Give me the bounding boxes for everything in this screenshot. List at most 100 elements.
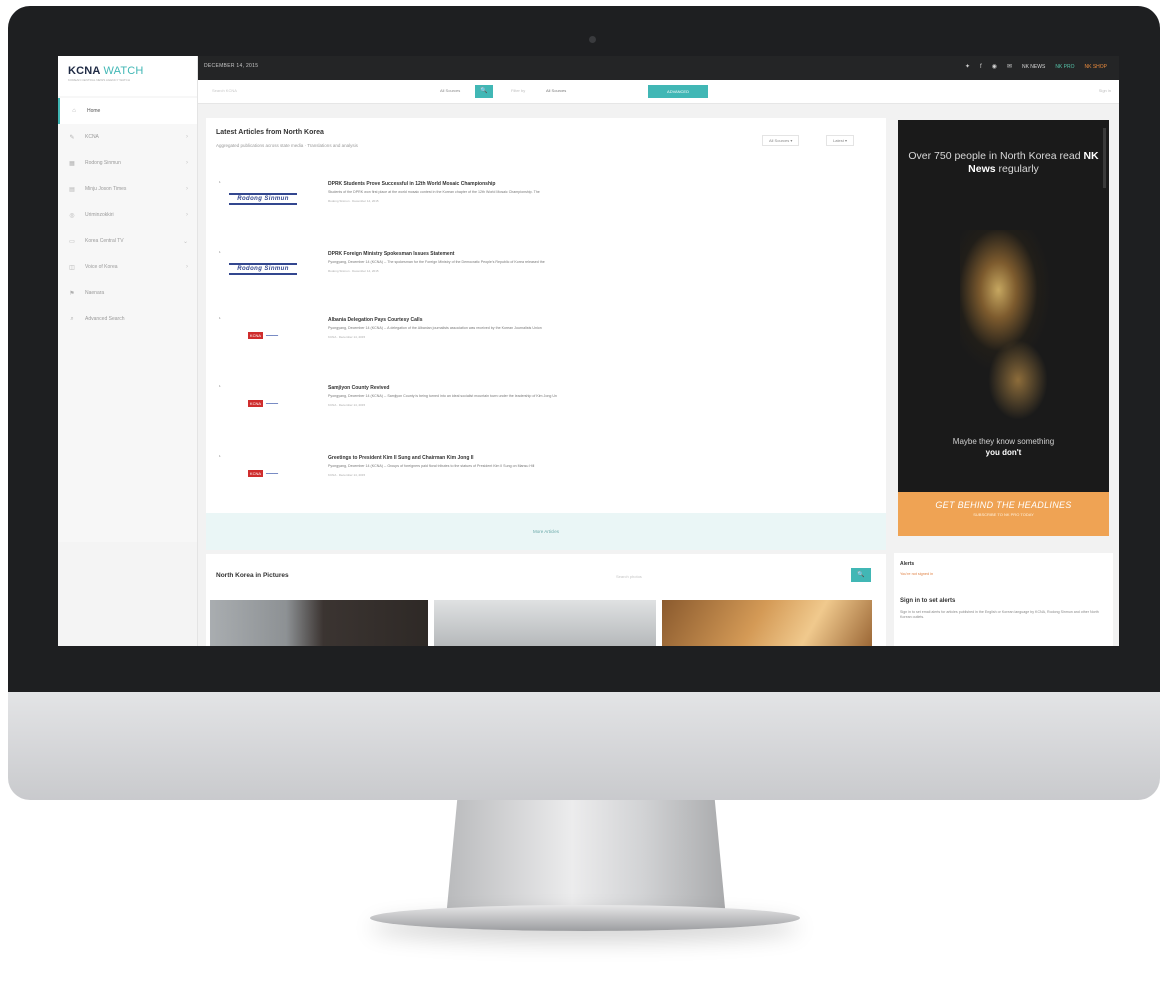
monitor-stand-neck xyxy=(446,800,726,918)
article-row[interactable]: 1 KCNA ━━━━━ Greetings to President Kim I… xyxy=(216,454,876,504)
alerts-panel: Alerts You're not signed in Sign in to s… xyxy=(894,553,1113,646)
article-meta: Rodong Sinmun · December 14, 2015 xyxy=(328,199,379,203)
sign-in-link[interactable]: Sign in xyxy=(1099,88,1111,93)
night-lights-glow xyxy=(988,340,1048,420)
flag-icon: ⚑ xyxy=(69,290,75,297)
chevron-right-icon: › xyxy=(186,134,188,140)
article-row[interactable]: 1 Rodong Sinmun DPRK Students Prove Succ… xyxy=(216,180,876,230)
article-snippet: Pyongyang, December 14 (KCNA) -- A deleg… xyxy=(328,326,542,330)
chevron-right-icon: › xyxy=(186,212,188,218)
product-photo: KCNA WATCH KOREAN CENTRAL NEWS AGENCY WA… xyxy=(0,0,1167,990)
article-snippet: Pyongyang, December 14 (KCNA) -- Groups … xyxy=(328,464,535,468)
article-row[interactable]: 1 KCNA ━━━━━ Samjiyon County Revived Pyon… xyxy=(216,384,876,434)
article-row[interactable]: 1 KCNA ━━━━━ Albania Delegation Pays Cour… xyxy=(216,316,876,366)
chevron-right-icon: › xyxy=(186,186,188,192)
ad-tagline: Maybe they know something you don't xyxy=(898,436,1109,458)
article-headline[interactable]: Samjiyon County Revived xyxy=(328,385,389,391)
pictures-title: North Korea in Pictures xyxy=(216,572,289,579)
sidebar-item-label: KCNA xyxy=(85,134,99,140)
logo-accent: WATCH xyxy=(103,65,144,77)
article-thumbnail: KCNA ━━━━━ xyxy=(216,322,310,348)
photo-thumbnail[interactable] xyxy=(662,600,872,646)
ad-cta-button[interactable]: GET BEHIND THE HEADLINES SUBSCRIBE TO NK… xyxy=(898,492,1109,536)
article-meta: KCNA · December 14, 2015 xyxy=(328,473,366,477)
article-headline[interactable]: DPRK Foreign Ministry Spokesman Issues S… xyxy=(328,251,454,257)
filter-select[interactable]: All Sources xyxy=(546,88,646,93)
sign-in-alerts-description: Sign in to set email alerts for articles… xyxy=(900,610,1099,619)
articles-subtitle: Aggregated publications across state med… xyxy=(216,143,358,148)
sources-filter[interactable]: All Sources ▾ xyxy=(762,135,800,146)
article-snippet: Pyongyang, December 14 (KCNA) -- Samjiyo… xyxy=(328,394,557,398)
search-bar: Search KCNA All Sources 🔍 Filter by All … xyxy=(198,80,1119,104)
site-logo[interactable]: KCNA WATCH KOREAN CENTRAL NEWS AGENCY WA… xyxy=(58,56,197,96)
photo-thumbnail[interactable] xyxy=(434,600,656,646)
ad-tagline-text: Maybe they know something xyxy=(952,437,1055,446)
camera-dot xyxy=(589,36,596,43)
articles-title: Latest Articles from North Korea xyxy=(216,129,324,136)
article-thumbnail: Rodong Sinmun xyxy=(216,256,310,282)
kcna-logo: KCNA ━━━━━ xyxy=(247,469,278,477)
ad-cta-sublabel: SUBSCRIBE TO NK PRO TODAY xyxy=(973,512,1034,517)
article-row[interactable]: 1 Rodong Sinmun DPRK Foreign Ministry Sp… xyxy=(216,250,876,300)
current-date: DECEMBER 14, 2015 xyxy=(204,63,259,69)
sort-filter[interactable]: Latest ▾ xyxy=(826,135,855,146)
article-tag: 1 xyxy=(219,454,221,458)
sidebar-item-minju-joson[interactable]: ▤ Minju Joson Times › xyxy=(58,176,197,202)
search-input[interactable]: Search KCNA xyxy=(212,88,237,93)
alerts-status[interactable]: You're not signed in xyxy=(900,572,933,576)
ad-headline-text: Over 750 people in North Korea read xyxy=(908,150,1081,162)
logo-name: KCNA xyxy=(68,65,101,77)
filter-label: Filter by xyxy=(511,88,526,93)
article-headline[interactable]: Greetings to President Kim Il Sung and C… xyxy=(328,455,474,461)
rodong-logo: Rodong Sinmun xyxy=(229,193,297,205)
kcna-logo: KCNA ━━━━━ xyxy=(247,399,278,407)
sidebar-item-naenara[interactable]: ⚑ Naenara xyxy=(58,280,197,306)
globe-icon: ◎ xyxy=(69,212,75,219)
article-thumbnail: KCNA ━━━━━ xyxy=(216,460,310,486)
logo-wordmark: KCNA WATCH xyxy=(68,65,187,77)
facebook-icon[interactable]: f xyxy=(980,64,982,70)
rss-icon[interactable]: ◉ xyxy=(992,63,997,70)
article-headline[interactable]: Albania Delegation Pays Courtesy Calls xyxy=(328,317,422,323)
latest-articles-panel: Latest Articles from North Korea Aggrega… xyxy=(206,118,886,550)
search-button[interactable]: 🔍 xyxy=(475,85,493,98)
monitor-stand-base xyxy=(370,905,800,931)
sidebar-item-korea-central-tv[interactable]: ▭ Korea Central TV ⌄ xyxy=(58,228,197,254)
sign-in-alerts-title[interactable]: Sign in to set alerts xyxy=(900,598,955,604)
ad-cta-label: GET BEHIND THE HEADLINES xyxy=(935,500,1072,510)
sidebar-item-kcna[interactable]: ✎ KCNA › xyxy=(58,124,197,150)
nk-news-advert[interactable]: Over 750 people in North Korea read NK N… xyxy=(898,120,1109,536)
sidebar-item-uriminzokkiri[interactable]: ◎ Uriminzokkiri › xyxy=(58,202,197,228)
advanced-search-button[interactable]: ADVANCED xyxy=(648,85,708,98)
article-headline[interactable]: DPRK Students Prove Successful in 12th W… xyxy=(328,181,495,187)
sidebar-item-label: Minju Joson Times xyxy=(85,186,127,192)
email-icon[interactable]: ✉ xyxy=(1007,63,1012,70)
sidebar-item-home[interactable]: ⌂ Home xyxy=(58,98,197,124)
article-tag: 1 xyxy=(219,180,221,184)
nk-pro-link[interactable]: NK PRO xyxy=(1055,64,1074,70)
nk-news-link[interactable]: NK NEWS xyxy=(1022,64,1045,70)
kcna-logo-box: KCNA xyxy=(247,399,264,407)
ad-tagline-bold: you don't xyxy=(985,448,1022,457)
top-bar-links: ✦ f ◉ ✉ NK NEWS NK PRO NK SHOP xyxy=(965,63,1107,71)
tv-icon: ▭ xyxy=(69,238,75,245)
document-icon: ▤ xyxy=(69,186,75,193)
newspaper-icon: ▦ xyxy=(69,160,75,167)
source-select[interactable]: All Sources xyxy=(440,88,460,93)
twitter-icon[interactable]: ✦ xyxy=(965,63,970,70)
article-meta: Rodong Sinmun · December 14, 2015 xyxy=(328,269,379,273)
sidebar-item-advanced-search[interactable]: ⌕ Advanced Search xyxy=(58,306,197,332)
sidebar-item-voice-of-korea[interactable]: ◫ Voice of Korea › xyxy=(58,254,197,280)
sidebar-item-rodong-sinmun[interactable]: ▦ Rodong Sinmun › xyxy=(58,150,197,176)
photo-search-button[interactable]: 🔍 xyxy=(851,568,871,582)
sidebar-item-label: Rodong Sinmun xyxy=(85,160,121,166)
photo-thumbnail[interactable] xyxy=(210,600,428,646)
nk-shop-link[interactable]: NK SHOP xyxy=(1084,64,1107,70)
search-icon: ⌕ xyxy=(70,315,74,322)
photo-search-input[interactable]: Search photos xyxy=(616,574,642,579)
kcna-logo-line: ━━━━━ xyxy=(266,332,279,338)
more-articles-button[interactable]: More Articles xyxy=(206,513,886,550)
sidebar-item-label: Uriminzokkiri xyxy=(85,212,114,218)
ad-headline-end: regularly xyxy=(998,163,1039,175)
article-snippet: Students of the DPRK won first place at … xyxy=(328,190,540,194)
